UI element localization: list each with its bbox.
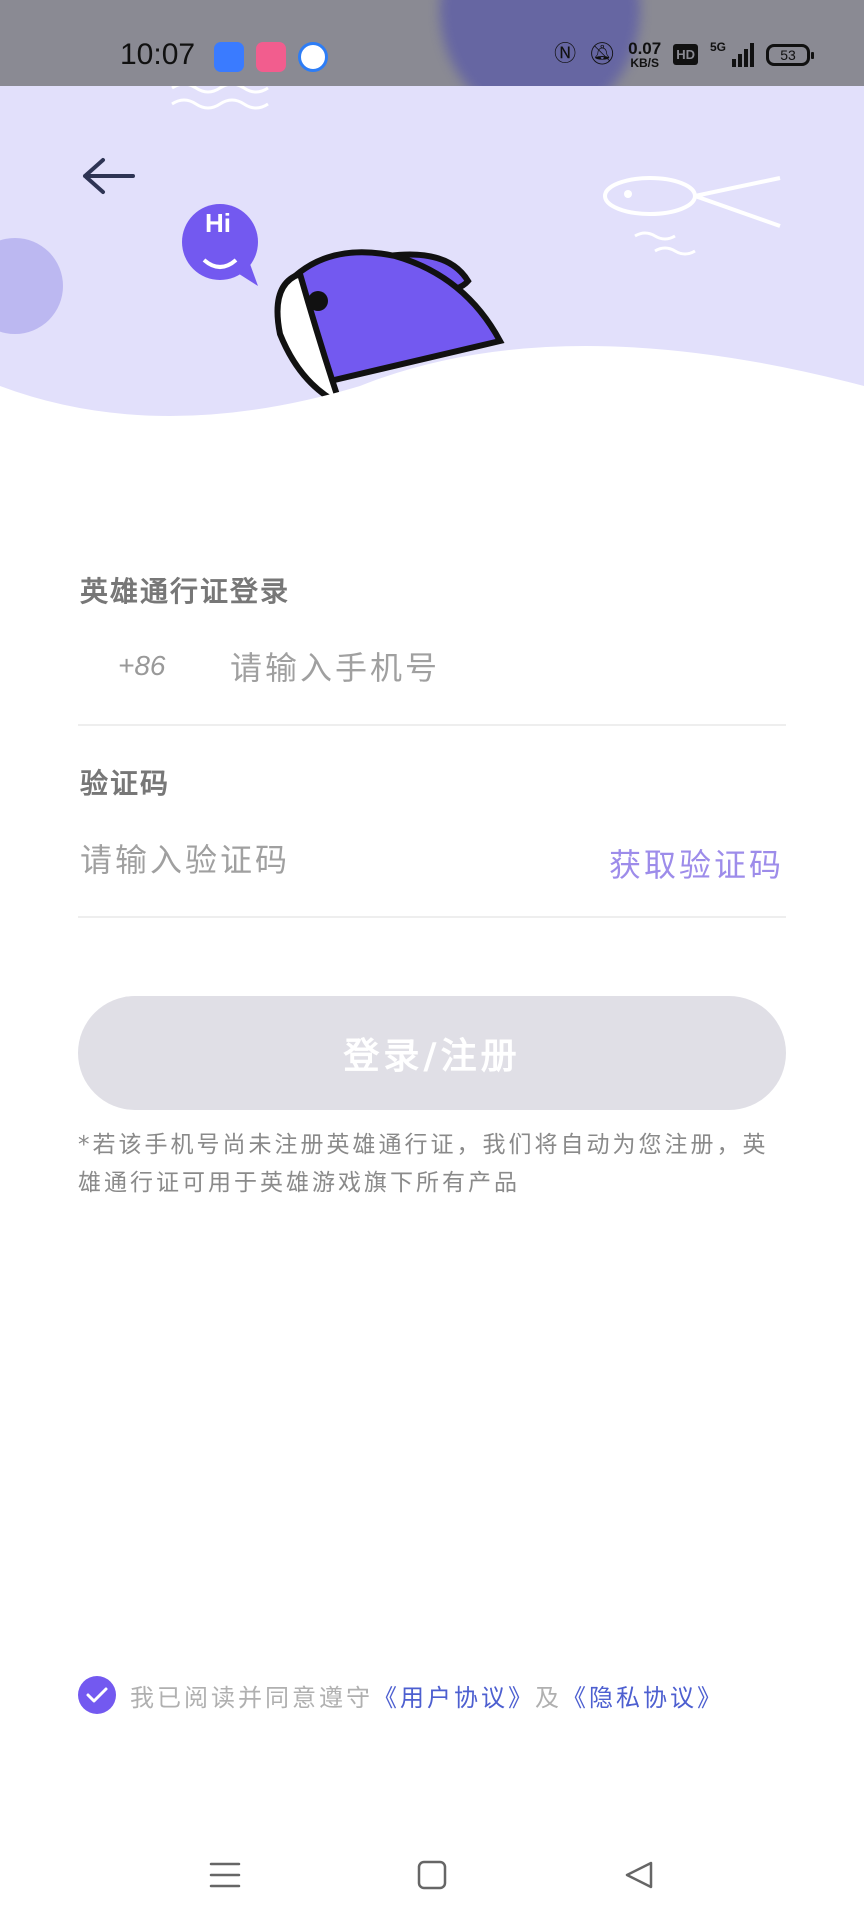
- user-agreement-link[interactable]: 《用户协议》: [373, 1678, 535, 1713]
- check-icon: [86, 1687, 108, 1703]
- agreement-row: 我已阅读并同意遵守 《用户协议》 及 《隐私协议》: [78, 1676, 724, 1714]
- status-time: 10:07: [120, 38, 196, 71]
- header-background: [0, 86, 864, 416]
- hd-icon: HD: [673, 44, 698, 65]
- back-button[interactable]: [74, 146, 144, 206]
- status-indicators: Ⓝ 🔕︎ 0.07 KB/S HD 5G 53: [554, 40, 814, 69]
- nav-menu-button[interactable]: [200, 1850, 250, 1900]
- agreement-prefix: 我已阅读并同意遵守: [130, 1683, 373, 1712]
- system-nav-bar: [0, 1820, 864, 1920]
- status-bar: 10:07 Ⓝ 🔕︎ 0.07 KB/S HD 5G 53: [0, 0, 864, 86]
- bilibili-notification-icon: [256, 42, 286, 72]
- agreement-separator: 及: [535, 1683, 562, 1712]
- agreement-checkbox[interactable]: [78, 1676, 116, 1714]
- login-title: 英雄通行证登录: [80, 575, 291, 608]
- square-icon: [417, 1860, 447, 1890]
- header-illustration: Hi: [0, 86, 864, 416]
- arrow-left-icon: [83, 158, 135, 194]
- triangle-back-icon: [625, 1861, 653, 1889]
- network-type: 5G: [709, 40, 726, 54]
- country-code[interactable]: +86: [118, 650, 166, 682]
- network-speed-value: 0.07: [628, 39, 662, 58]
- app-notification-icon: [214, 42, 244, 72]
- menu-icon: [209, 1862, 241, 1888]
- battery-level: 53: [780, 46, 796, 63]
- mute-icon: 🔕︎: [588, 41, 617, 67]
- location-notification-icon: [298, 42, 328, 72]
- phone-row: +86: [78, 632, 786, 726]
- network-speed: 0.07 KB/S: [628, 40, 661, 69]
- phone-input[interactable]: [230, 640, 770, 696]
- battery-icon: 53: [766, 43, 814, 66]
- network-speed-unit: KB/S: [630, 56, 659, 70]
- verification-code-input[interactable]: [80, 832, 560, 888]
- hi-bubble-text: Hi: [205, 208, 231, 238]
- signal-icon: [732, 42, 754, 67]
- nav-home-button[interactable]: [407, 1850, 457, 1900]
- privacy-agreement-link[interactable]: 《隐私协议》: [562, 1678, 724, 1713]
- verification-code-title: 验证码: [80, 767, 171, 800]
- nav-back-button[interactable]: [614, 1850, 664, 1900]
- get-code-button[interactable]: 获取验证码: [609, 840, 784, 886]
- nfc-icon: Ⓝ: [554, 41, 577, 67]
- login-register-button[interactable]: 登录/注册: [78, 996, 786, 1110]
- registration-notice: *若该手机号尚未注册英雄通行证，我们将自动为您注册，英雄通行证可用于英雄游戏旗下…: [78, 1132, 769, 1196]
- code-row: 获取验证码: [78, 824, 786, 918]
